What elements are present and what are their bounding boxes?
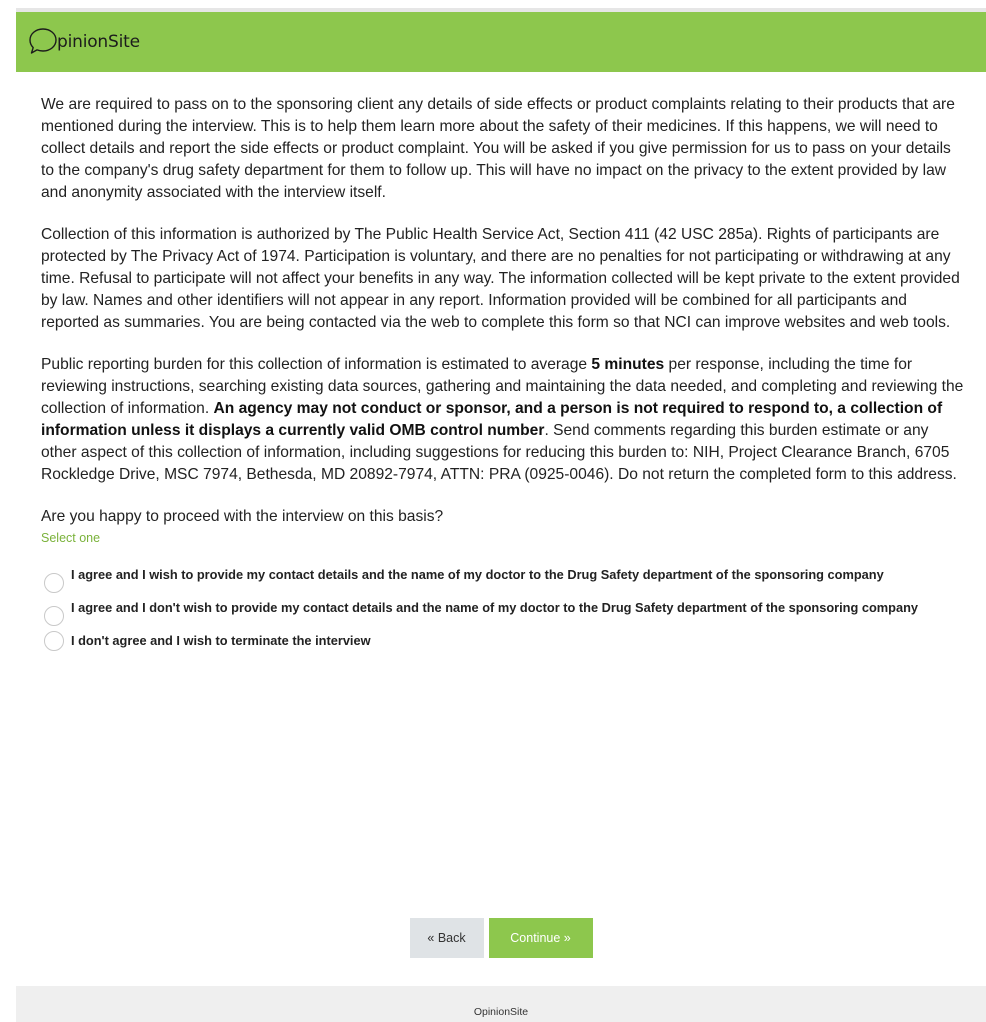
radio-button[interactable] — [44, 606, 64, 626]
answer-options: I agree and I wish to provide my contact… — [41, 566, 966, 651]
option-label[interactable]: I don't agree and I wish to terminate th… — [71, 632, 951, 650]
burden-bold-minutes: 5 minutes — [591, 356, 665, 373]
survey-page: pinionSite We are required to pass on to… — [16, 8, 986, 1022]
navigation-buttons: « Back Continue » — [16, 918, 986, 958]
option-disagree-terminate[interactable]: I don't agree and I wish to terminate th… — [41, 631, 966, 651]
speech-bubble-icon — [29, 28, 57, 54]
select-hint: Select one — [41, 531, 101, 545]
question-text: Are you happy to proceed with the interv… — [41, 508, 444, 525]
paragraph-authorization: Collection of this information is author… — [41, 226, 960, 331]
continue-button[interactable]: Continue » — [488, 918, 593, 958]
radio-button[interactable] — [44, 631, 64, 651]
option-agree-provide[interactable]: I agree and I wish to provide my contact… — [41, 566, 966, 593]
option-label[interactable]: I agree and I don't wish to provide my c… — [71, 599, 951, 617]
back-button[interactable]: « Back — [409, 918, 484, 958]
paragraph-burden: Public reporting burden for this collect… — [41, 354, 966, 486]
footer-brand: OpinionSite — [473, 1006, 529, 1018]
burden-text-1: Public reporting burden for this collect… — [41, 356, 592, 373]
brand-name: pinionSite — [57, 32, 140, 52]
consent-content: We are required to pass on to the sponso… — [41, 94, 966, 657]
header-bar: pinionSite — [16, 12, 986, 72]
option-label[interactable]: I agree and I wish to provide my contact… — [71, 566, 951, 584]
brand-logo: pinionSite — [28, 26, 140, 56]
paragraph-side-effects: We are required to pass on to the sponso… — [41, 96, 955, 201]
option-agree-not-provide[interactable]: I agree and I don't wish to provide my c… — [41, 599, 966, 626]
radio-button[interactable] — [44, 573, 64, 593]
footer: OpinionSite — [16, 986, 986, 1022]
